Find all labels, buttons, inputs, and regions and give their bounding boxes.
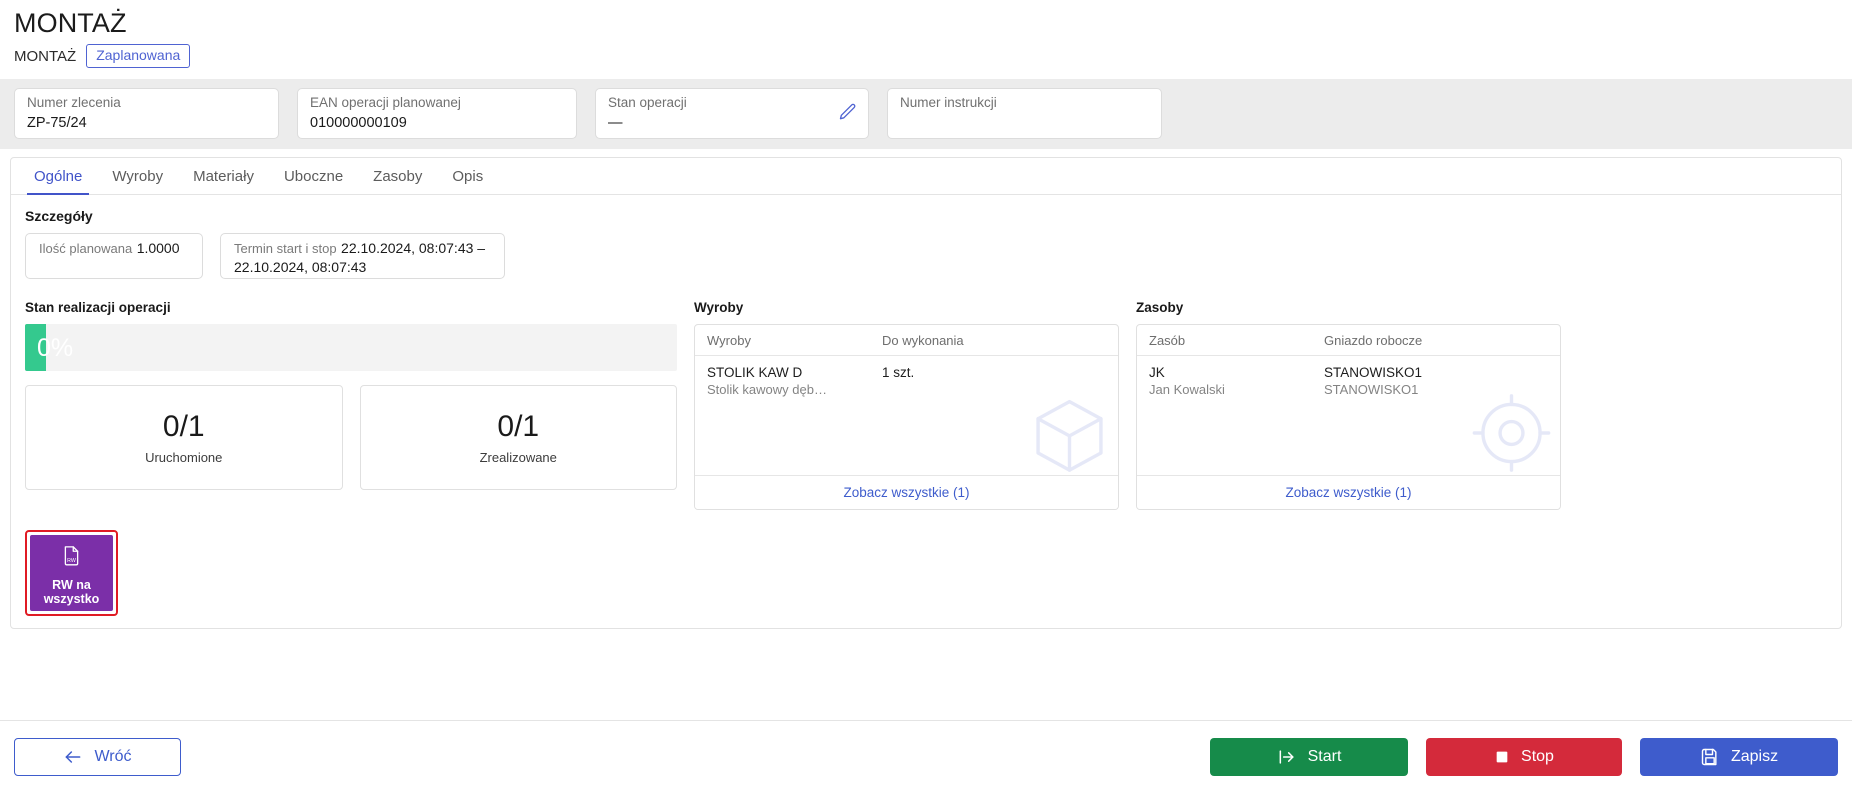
- tab-opis[interactable]: Opis: [437, 168, 498, 194]
- product-quantity: 1 szt.: [882, 365, 915, 380]
- stop-button-label: Stop: [1521, 747, 1554, 765]
- back-button[interactable]: Wróć: [14, 737, 181, 776]
- cell-product: STOLIK KAW D Stolik kawowy dęb…: [707, 364, 882, 398]
- start-button[interactable]: Start: [1210, 737, 1408, 776]
- stat-value: 0/1: [497, 410, 540, 443]
- field-value: ZP-75/24: [27, 115, 87, 131]
- details-row: Ilość planowana 1.0000 Termin start i st…: [25, 233, 1827, 279]
- field-ilosc-planowana[interactable]: Ilość planowana 1.0000: [25, 233, 203, 279]
- action-footer: Wróć Start Stop Zapisz: [0, 720, 1852, 792]
- cell-resource: JK Jan Kowalski: [1149, 364, 1324, 398]
- document-rw-icon: RW: [61, 545, 82, 573]
- field-label: Numer instrukcji: [900, 95, 997, 110]
- stat-value: 0/1: [162, 410, 205, 443]
- products-column: Wyroby Wyroby Do wykonania STOLIK KAW D …: [694, 299, 1119, 510]
- table-footer: Zobacz wszystkie (1): [1137, 475, 1560, 509]
- rw-button-label-line2: wszystko: [43, 591, 100, 606]
- products-table: Wyroby Do wykonania STOLIK KAW D Stolik …: [694, 324, 1119, 510]
- tab-materialy[interactable]: Materiały: [178, 168, 269, 194]
- see-all-products-link[interactable]: Zobacz wszystkie (1): [843, 485, 969, 500]
- table-row[interactable]: STOLIK KAW D Stolik kawowy dęb… 1 szt.: [707, 364, 1106, 398]
- tab-content-card: Ogólne Wyroby Materiały Uboczne Zasoby O…: [10, 157, 1842, 629]
- breadcrumb-item: MONTAŻ: [14, 47, 77, 65]
- resource-name: Jan Kowalski: [1149, 382, 1225, 397]
- stat-card-zrealizowane: 0/1 Zrealizowane: [359, 385, 677, 490]
- workstation-code: STANOWISKO1: [1324, 365, 1423, 380]
- field-value: 010000000109: [310, 115, 407, 131]
- product-code: STOLIK KAW D: [707, 365, 803, 380]
- progress-heading: Stan realizacji operacji: [25, 300, 171, 315]
- tab-wyroby[interactable]: Wyroby: [97, 168, 178, 194]
- table-row[interactable]: JK Jan Kowalski STANOWISKO1 STANOWISKO1: [1149, 364, 1548, 398]
- field-value: 1.0000: [136, 240, 180, 256]
- tab-bar: Ogólne Wyroby Materiały Uboczne Zasoby O…: [11, 158, 1841, 195]
- stat-label: Uruchomione: [145, 450, 223, 465]
- resources-table: Zasób Gniazdo robocze JK Jan Kowalski ST: [1136, 324, 1561, 510]
- floppy-disk-icon: [1700, 747, 1720, 767]
- save-button[interactable]: Zapisz: [1640, 737, 1838, 776]
- status-badge: Zaplanowana: [86, 44, 191, 68]
- column-header: Do wykonania: [882, 332, 964, 348]
- operation-detail-screen: MONTAŻ MONTAŻ Zaplanowana Numer zlecenia…: [0, 0, 1852, 792]
- page-title: MONTAŻ: [14, 8, 127, 38]
- breadcrumb: MONTAŻ Zaplanowana: [14, 43, 1838, 69]
- cell-quantity: 1 szt.: [882, 364, 1106, 398]
- column-header: Wyroby: [707, 332, 751, 348]
- field-label: Numer zlecenia: [27, 95, 121, 110]
- tab-uboczne[interactable]: Uboczne: [269, 168, 358, 194]
- table-body: JK Jan Kowalski STANOWISKO1 STANOWISKO1: [1137, 356, 1560, 475]
- section-title-szczegoly: Szczegóły: [25, 208, 93, 224]
- products-heading: Wyroby: [694, 300, 744, 315]
- product-description: Stolik kawowy dęb…: [707, 382, 827, 397]
- resources-column: Zasoby Zasób Gniazdo robocze JK Jan Kowa…: [1136, 299, 1561, 510]
- field-label: Ilość planowana: [39, 241, 133, 256]
- table-footer: Zobacz wszystkie (1): [695, 475, 1118, 509]
- column-header: Gniazdo robocze: [1324, 332, 1423, 348]
- field-numer-zlecenia[interactable]: Numer zlecenia ZP-75/24: [14, 88, 279, 139]
- table-body: STOLIK KAW D Stolik kawowy dęb… 1 szt.: [695, 356, 1118, 475]
- field-numer-instrukcji[interactable]: Numer instrukcji: [887, 88, 1162, 139]
- page-header: MONTAŻ MONTAŻ Zaplanowana: [0, 0, 1852, 69]
- start-arrow-icon: [1277, 747, 1297, 767]
- stat-card-uruchomione: 0/1 Uruchomione: [25, 385, 343, 490]
- field-stan-operacji[interactable]: Stan operacji —: [595, 88, 869, 139]
- field-label: Stan operacji: [608, 95, 687, 110]
- resource-code: JK: [1149, 365, 1165, 380]
- back-button-label: Wróć: [94, 747, 132, 765]
- svg-text:RW: RW: [67, 557, 76, 563]
- pencil-icon[interactable]: [838, 102, 858, 122]
- operation-progress-column: Stan realizacji operacji 0% 0/1 Uruchomi…: [25, 299, 677, 510]
- cell-workstation: STANOWISKO1 STANOWISKO1: [1324, 364, 1548, 398]
- stat-label: Zrealizowane: [479, 450, 557, 465]
- field-termin-start-stop[interactable]: Termin start i stop 22.10.2024, 08:07:43…: [220, 233, 505, 279]
- rw-na-wszystko-button[interactable]: RW RW na wszystko: [30, 535, 113, 611]
- arrow-left-icon: [63, 747, 83, 767]
- start-button-label: Start: [1307, 747, 1342, 765]
- field-ean-operacji-planowanej[interactable]: EAN operacji planowanej 010000000109: [297, 88, 577, 139]
- progress-bar: 0%: [25, 324, 677, 371]
- tab-panel-ogolne: Szczegóły Ilość planowana 1.0000 Termin …: [11, 195, 1841, 616]
- table-header-row: Zasób Gniazdo robocze: [1137, 325, 1560, 356]
- footer-primary-actions: Start Stop Zapisz: [1210, 737, 1838, 776]
- operation-info-strip: Numer zlecenia ZP-75/24 EAN operacji pla…: [0, 79, 1852, 149]
- stop-square-icon: [1494, 749, 1510, 765]
- workstation-name: STANOWISKO1: [1324, 382, 1419, 397]
- rw-button-focus-ring: RW RW na wszystko: [25, 530, 118, 616]
- tab-zasoby[interactable]: Zasoby: [358, 168, 437, 194]
- field-label: Termin start i stop: [234, 241, 337, 256]
- stop-button[interactable]: Stop: [1426, 737, 1622, 776]
- field-value: —: [608, 115, 623, 131]
- see-all-resources-link[interactable]: Zobacz wszystkie (1): [1285, 485, 1411, 500]
- tab-ogolne[interactable]: Ogólne: [19, 168, 97, 195]
- table-header-row: Wyroby Do wykonania: [695, 325, 1118, 356]
- main-columns: Stan realizacji operacji 0% 0/1 Uruchomi…: [25, 299, 1827, 510]
- column-header: Zasób: [1149, 332, 1186, 348]
- save-button-label: Zapisz: [1730, 747, 1779, 765]
- field-label: EAN operacji planowanej: [310, 95, 461, 110]
- stat-cards: 0/1 Uruchomione 0/1 Zrealizowane: [25, 385, 677, 490]
- rw-button-label-line1: RW na: [52, 577, 91, 592]
- resources-heading: Zasoby: [1136, 300, 1184, 315]
- progress-percent-label: 0%: [37, 333, 74, 362]
